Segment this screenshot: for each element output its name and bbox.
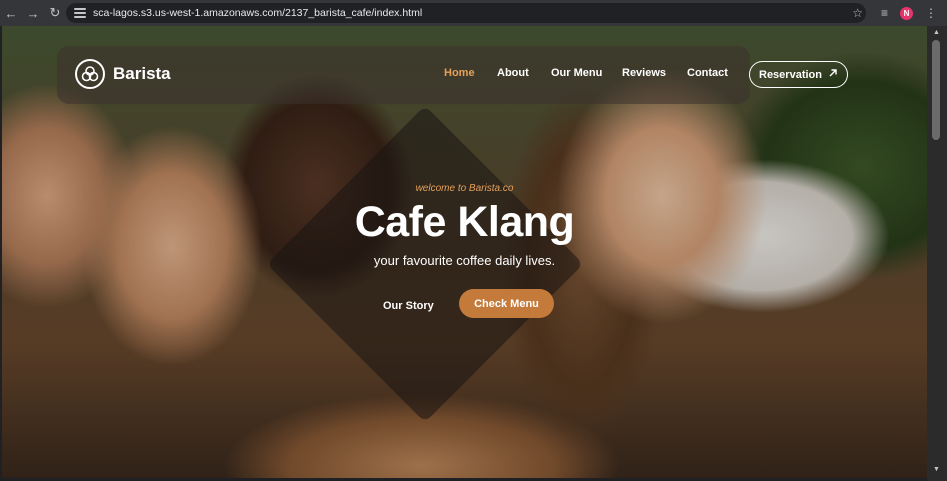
hero-title: Cafe Klang xyxy=(354,198,575,246)
browser-toolbar: ← → ↻ sca-lagos.s3.us-west-1.amazonaws.c… xyxy=(0,0,947,26)
more-menu-icon[interactable]: ⋮ xyxy=(925,6,937,20)
scroll-down-icon[interactable]: ▼ xyxy=(933,466,940,473)
profile-avatar[interactable]: N xyxy=(900,6,913,20)
arrow-up-right-icon xyxy=(828,68,838,81)
reservation-label: Reservation xyxy=(759,68,822,81)
forward-icon[interactable]: → xyxy=(22,2,44,24)
site-info-icon[interactable] xyxy=(74,7,86,19)
address-bar[interactable]: sca-lagos.s3.us-west-1.amazonaws.com/213… xyxy=(66,3,866,23)
page-viewport: Barista Home About Our Menu Reviews Cont… xyxy=(2,26,927,478)
our-story-link[interactable]: Our Story xyxy=(383,300,434,312)
bookmark-star-icon[interactable]: ☆ xyxy=(852,6,863,20)
nav-home[interactable]: Home xyxy=(444,67,497,79)
reservation-button[interactable]: Reservation xyxy=(749,61,848,88)
back-icon[interactable]: ← xyxy=(0,2,22,24)
nav-contact[interactable]: Contact xyxy=(687,67,747,79)
nav-about[interactable]: About xyxy=(497,67,551,79)
main-nav: Home About Our Menu Reviews Contact xyxy=(444,67,747,79)
scroll-thumb[interactable] xyxy=(932,40,940,140)
nav-reviews[interactable]: Reviews xyxy=(622,67,687,79)
reading-list-icon[interactable]: ≡ xyxy=(881,6,888,20)
hero-subtitle: your favourite coffee daily lives. xyxy=(373,253,556,268)
page-scrollbar[interactable]: ▲ ▼ xyxy=(927,26,947,481)
coffee-bean-logo-icon xyxy=(75,59,105,89)
site-header: Barista Home About Our Menu Reviews Cont… xyxy=(57,46,750,104)
scroll-up-icon[interactable]: ▲ xyxy=(933,29,940,36)
url-text: sca-lagos.s3.us-west-1.amazonaws.com/213… xyxy=(93,7,423,19)
site-logo[interactable]: Barista xyxy=(75,59,171,89)
reload-icon[interactable]: ↻ xyxy=(44,2,66,24)
hero-welcome-text: welcome to Barista.co xyxy=(415,183,514,194)
browser-tools: ☆ ≡ N ⋮ xyxy=(852,0,937,26)
check-menu-button[interactable]: Check Menu xyxy=(459,289,554,318)
nav-our-menu[interactable]: Our Menu xyxy=(551,67,622,79)
logo-text: Barista xyxy=(113,64,171,83)
